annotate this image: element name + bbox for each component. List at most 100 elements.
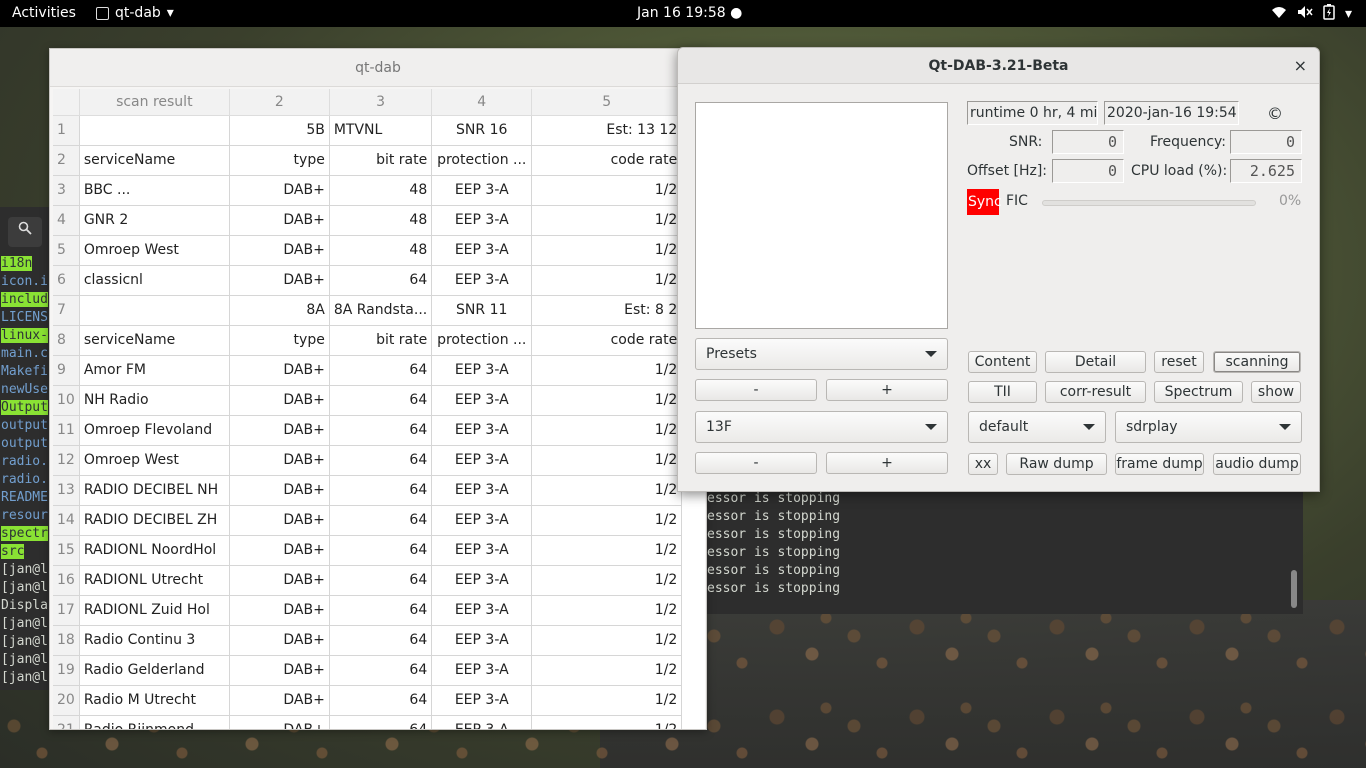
- table-cell[interactable]: DAB+: [229, 235, 330, 266]
- table-cell[interactable]: DAB+: [229, 205, 330, 236]
- table-cell[interactable]: DAB+: [229, 715, 330, 729]
- table-cell[interactable]: 1/2: [531, 595, 683, 626]
- table-cell[interactable]: Omroep Flevoland: [79, 415, 230, 446]
- table-cell[interactable]: EEP 3-A: [431, 475, 533, 506]
- table-cell[interactable]: 1/2: [531, 205, 683, 236]
- table-row[interactable]: 4 GNR 2 DAB+ 48 EEP 3-A 1/2: [53, 205, 683, 236]
- spectrum-button[interactable]: Spectrum: [1154, 381, 1243, 403]
- prev-service-button[interactable]: -: [695, 379, 817, 401]
- table-cell[interactable]: SNR 16: [431, 115, 533, 146]
- table-cell[interactable]: EEP 3-A: [431, 505, 533, 536]
- table-cell[interactable]: DAB+: [229, 655, 330, 686]
- table-cell[interactable]: serviceName: [79, 145, 230, 176]
- table-row[interactable]: 7 8A 8A Randsta... SNR 11 Est: 8 2: [53, 295, 683, 326]
- table-cell[interactable]: type: [229, 325, 330, 356]
- table-cell[interactable]: code rate: [531, 325, 683, 356]
- table-cell[interactable]: Radio M Utrecht: [79, 685, 230, 716]
- table-row[interactable]: 6 classicnl DAB+ 64 EEP 3-A 1/2: [53, 265, 683, 296]
- table-cell[interactable]: EEP 3-A: [431, 655, 533, 686]
- table-cell[interactable]: type: [229, 145, 330, 176]
- table-cell[interactable]: classicnl: [79, 265, 230, 296]
- table-row[interactable]: 12 Omroep West DAB+ 64 EEP 3-A 1/2: [53, 445, 683, 476]
- table-cell[interactable]: DAB+: [229, 175, 330, 206]
- reset-button[interactable]: reset: [1154, 351, 1204, 373]
- table-cell[interactable]: DAB+: [229, 355, 330, 386]
- table-cell[interactable]: 1/2: [531, 715, 683, 729]
- channel-dropdown[interactable]: 13F: [695, 411, 948, 443]
- column-header[interactable]: 2: [229, 89, 330, 116]
- column-header[interactable]: 4: [431, 89, 533, 116]
- table-row[interactable]: 1 5B MTVNL SNR 16 Est: 13 12: [53, 115, 683, 146]
- mode-dropdown[interactable]: default: [968, 411, 1106, 443]
- audio-dump-button[interactable]: audio dump: [1213, 453, 1301, 475]
- table-cell[interactable]: 64: [329, 355, 433, 386]
- table-cell[interactable]: 64: [329, 595, 433, 626]
- table-cell[interactable]: EEP 3-A: [431, 715, 533, 729]
- table-cell[interactable]: 64: [329, 475, 433, 506]
- table-cell[interactable]: 1/2: [531, 685, 683, 716]
- table-cell[interactable]: 1/2: [531, 655, 683, 686]
- table-row[interactable]: 8 serviceName type bit rate protection ... co…: [53, 325, 683, 356]
- table-row[interactable]: 11 Omroep Flevoland DAB+ 64 EEP 3-A 1/2: [53, 415, 683, 446]
- table-row[interactable]: 13 RADIO DECIBEL NH DAB+ 64 EEP 3-A 1/2: [53, 475, 683, 506]
- table-cell[interactable]: EEP 3-A: [431, 625, 533, 656]
- table-cell[interactable]: 64: [329, 625, 433, 656]
- corr-result-button[interactable]: corr-result: [1045, 381, 1146, 403]
- table-cell[interactable]: 1/2: [531, 505, 683, 536]
- next-service-button[interactable]: +: [826, 379, 948, 401]
- table-cell[interactable]: DAB+: [229, 535, 330, 566]
- table-cell[interactable]: 48: [329, 235, 433, 266]
- table-cell[interactable]: EEP 3-A: [431, 595, 533, 626]
- scan-result-table[interactable]: scan result 2 3 4 5 1 5B MTVNL SNR 16 Est: 1…: [53, 89, 705, 729]
- prev-channel-button[interactable]: -: [695, 452, 817, 474]
- table-row[interactable]: 15 RADIONL NoordHol DAB+ 64 EEP 3-A 1/2: [53, 535, 683, 566]
- table-row[interactable]: 10 NH Radio DAB+ 64 EEP 3-A 1/2: [53, 385, 683, 416]
- xx-button[interactable]: xx: [968, 453, 998, 475]
- column-header[interactable]: scan result: [79, 89, 230, 116]
- table-cell[interactable]: 1/2: [531, 415, 683, 446]
- table-cell[interactable]: 1/2: [531, 535, 683, 566]
- table-cell[interactable]: DAB+: [229, 415, 330, 446]
- table-cell[interactable]: DAB+: [229, 565, 330, 596]
- terminal-window-left[interactable]: i18n icon.i includ LICENS linux-main.c Makefi…: [0, 207, 50, 690]
- table-cell[interactable]: 1/2: [531, 565, 683, 596]
- clock[interactable]: Jan 16 19:58 ●: [637, 5, 742, 21]
- table-row[interactable]: 3 BBC ... DAB+ 48 EEP 3-A 1/2: [53, 175, 683, 206]
- table-cell[interactable]: protection ...: [431, 325, 533, 356]
- table-row[interactable]: 5 Omroep West DAB+ 48 EEP 3-A 1/2: [53, 235, 683, 266]
- table-cell[interactable]: GNR 2: [79, 205, 230, 236]
- table-cell[interactable]: EEP 3-A: [431, 385, 533, 416]
- table-cell[interactable]: 1/2: [531, 265, 683, 296]
- table-row[interactable]: 17 RADIONL Zuid Hol DAB+ 64 EEP 3-A 1/2: [53, 595, 683, 626]
- table-cell[interactable]: EEP 3-A: [431, 565, 533, 596]
- app-menu[interactable]: qt-dab ▾: [96, 5, 174, 21]
- table-cell[interactable]: 1/2: [531, 445, 683, 476]
- table-cell[interactable]: 8A Randsta...: [329, 295, 433, 326]
- table-cell[interactable]: Radio Rijnmond: [79, 715, 230, 729]
- next-channel-button[interactable]: +: [826, 452, 948, 474]
- table-cell[interactable]: protection ...: [431, 145, 533, 176]
- table-cell[interactable]: RADIONL Utrecht: [79, 565, 230, 596]
- table-cell[interactable]: 64: [329, 415, 433, 446]
- table-cell[interactable]: [79, 295, 230, 326]
- column-header[interactable]: 5: [531, 89, 683, 116]
- table-cell[interactable]: code rate: [531, 145, 683, 176]
- table-cell[interactable]: MTVNL: [329, 115, 433, 146]
- table-cell[interactable]: DAB+: [229, 385, 330, 416]
- table-cell[interactable]: EEP 3-A: [431, 175, 533, 206]
- table-row[interactable]: 2 serviceName type bit rate protection ... co…: [53, 145, 683, 176]
- table-cell[interactable]: DAB+: [229, 595, 330, 626]
- table-cell[interactable]: 1/2: [531, 355, 683, 386]
- table-cell[interactable]: EEP 3-A: [431, 235, 533, 266]
- table-cell[interactable]: bit rate: [329, 325, 433, 356]
- terminal-scrollbar[interactable]: [1291, 570, 1297, 608]
- tii-button[interactable]: TII: [968, 381, 1037, 403]
- table-cell[interactable]: 5B: [229, 115, 330, 146]
- table-cell[interactable]: 48: [329, 175, 433, 206]
- table-cell[interactable]: RADIO DECIBEL ZH: [79, 505, 230, 536]
- table-cell[interactable]: DAB+: [229, 625, 330, 656]
- table-cell[interactable]: DAB+: [229, 445, 330, 476]
- table-cell[interactable]: 64: [329, 445, 433, 476]
- table-cell[interactable]: 64: [329, 505, 433, 536]
- table-cell[interactable]: Omroep West: [79, 445, 230, 476]
